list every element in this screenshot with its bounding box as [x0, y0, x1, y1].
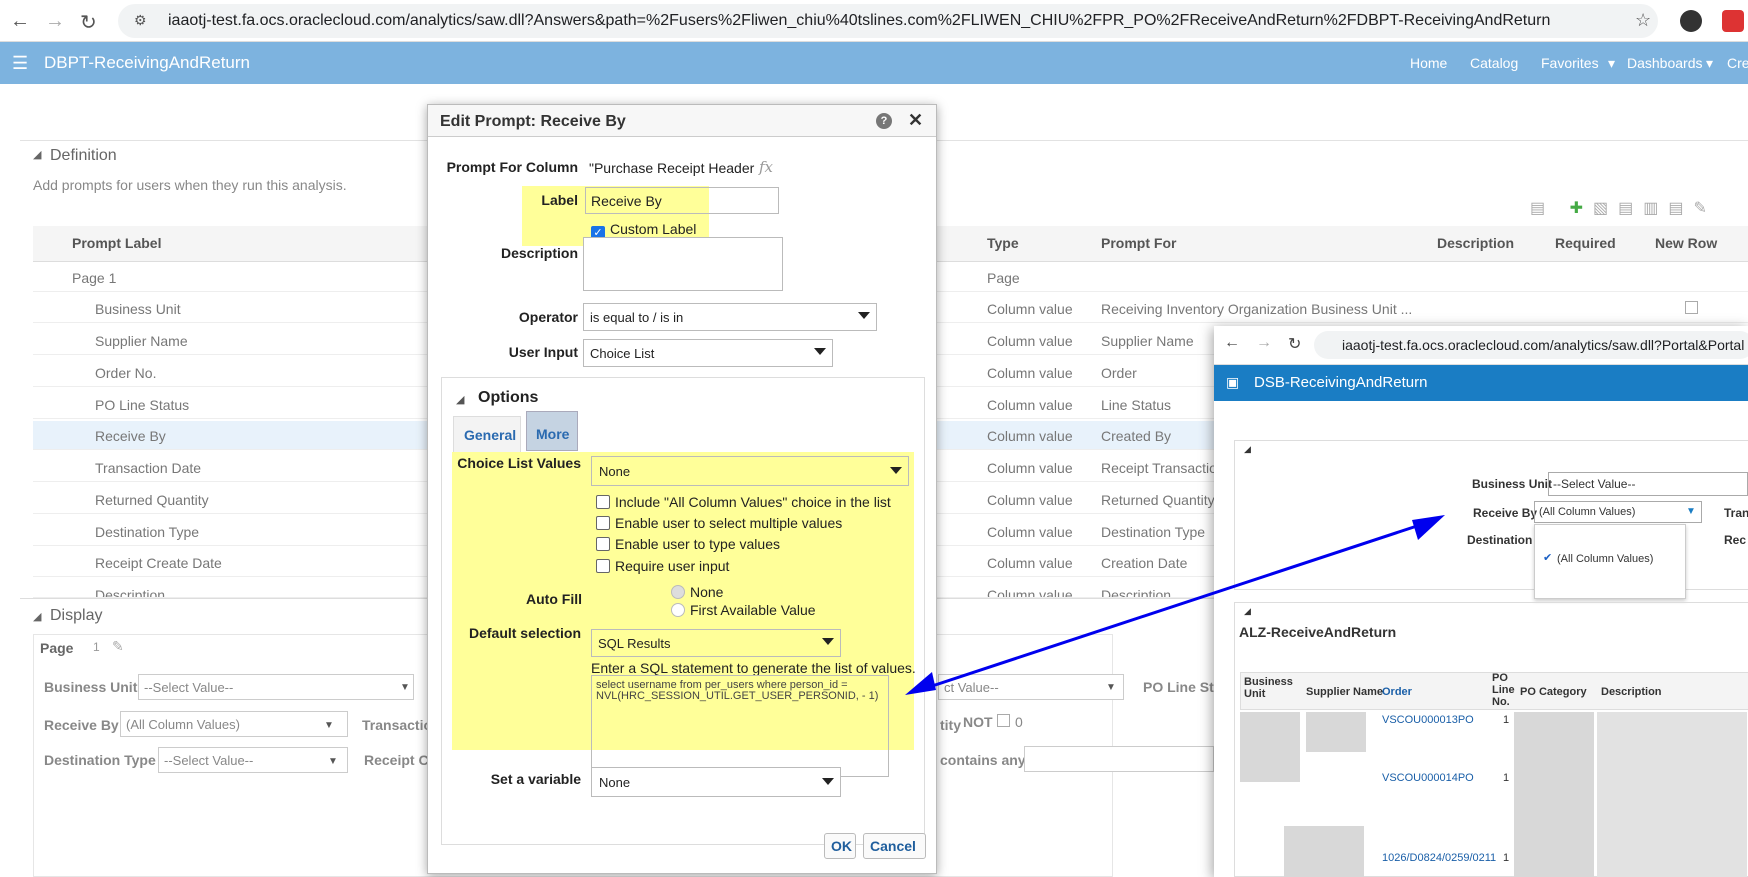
annotation-arrow [905, 515, 1445, 695]
